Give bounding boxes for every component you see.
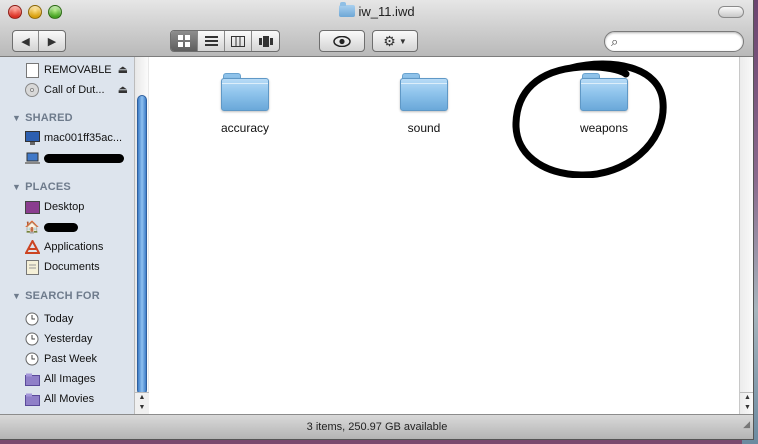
- folder-item-accuracy[interactable]: accuracy: [195, 73, 295, 135]
- sidebar-item-call-of-duty[interactable]: Call of Dut... ⏏: [24, 81, 134, 99]
- column-view-icon: [231, 35, 245, 47]
- view-mode-buttons: [170, 30, 280, 52]
- content-scroll-arrows[interactable]: ▲ ▼: [740, 392, 753, 414]
- status-bar: 3 items, 250.97 GB available ◢: [0, 412, 753, 439]
- sidebar-item-label: Past Week: [44, 353, 97, 365]
- sidebar-item-home[interactable]: 🏠: [24, 218, 134, 236]
- action-btn-face[interactable]: ⚙ ▼: [373, 31, 417, 51]
- eye-icon: [333, 35, 351, 47]
- coverflow-view-icon: [258, 35, 273, 47]
- navigation-buttons: ◀ ▶: [12, 30, 66, 52]
- folder-label: accuracy: [220, 121, 270, 135]
- sidebar-section-search-for[interactable]: ▼ SEARCH FOR: [12, 290, 100, 302]
- sidebar-item-label: All Images: [44, 373, 96, 385]
- resize-grip-icon[interactable]: ◢: [743, 412, 750, 437]
- folder-item-sound[interactable]: sound: [374, 73, 474, 135]
- sidebar-item-label: Call of Dut...: [44, 84, 105, 96]
- sidebar-item-label: REMOVABLE: [44, 64, 112, 76]
- sidebar-item-all-movies[interactable]: All Movies: [24, 390, 134, 408]
- forward-icon: ▶: [47, 35, 57, 48]
- forward-button[interactable]: ▶: [39, 31, 65, 51]
- drive-icon: [24, 62, 40, 78]
- sidebar-scroll-thumb[interactable]: [137, 95, 147, 395]
- applications-icon: [24, 239, 40, 255]
- folder-label: sound: [407, 121, 441, 135]
- content-scrollbar[interactable]: ▲ ▼: [739, 57, 753, 414]
- disclosure-triangle-icon: ▼: [12, 113, 22, 123]
- file-browser-area: accuracy sound weapons ▲ ▼: [149, 57, 753, 414]
- home-icon: 🏠: [24, 220, 40, 234]
- smart-folder-icon: [24, 391, 40, 407]
- clock-icon: [24, 331, 40, 347]
- sidebar-item-yesterday[interactable]: Yesterday: [24, 330, 134, 348]
- sidebar-item-label: Applications: [44, 241, 104, 253]
- sidebar-header-label: SHARED: [25, 112, 73, 124]
- column-view-button[interactable]: [225, 31, 252, 51]
- list-view-button[interactable]: [198, 31, 225, 51]
- sidebar-item-desktop[interactable]: Desktop: [24, 198, 134, 216]
- finder-window: iw_11.iwd ◀ ▶ ⚙ ▼ ⌕ REMOVABLE ⏏ Call of …: [0, 0, 754, 440]
- sidebar-item-removable[interactable]: REMOVABLE ⏏: [24, 61, 134, 79]
- sidebar-item-today[interactable]: Today: [24, 310, 134, 328]
- quicklook-btn-face[interactable]: [320, 31, 364, 51]
- sidebar-section-shared[interactable]: ▼ SHARED: [12, 112, 73, 124]
- smart-folder-icon: [24, 371, 40, 387]
- clock-icon: [24, 351, 40, 367]
- disclosure-triangle-icon: ▼: [12, 182, 22, 192]
- toolbar: iw_11.iwd ◀ ▶ ⚙ ▼ ⌕: [0, 0, 753, 57]
- chevron-down-icon: ▼: [398, 36, 407, 46]
- sidebar-item-documents[interactable]: Documents: [24, 258, 134, 276]
- sidebar-item-label: Documents: [44, 261, 100, 273]
- redacted-mark: [44, 153, 124, 163]
- disc-icon: [24, 82, 40, 98]
- search-field[interactable]: ⌕: [604, 31, 744, 52]
- laptop-icon: [24, 150, 40, 166]
- sidebar-item-label: Desktop: [44, 201, 85, 213]
- action-menu-button[interactable]: ⚙ ▼: [372, 30, 418, 52]
- sidebar-header-label: SEARCH FOR: [25, 290, 100, 302]
- sidebar-section-places[interactable]: ▼ PLACES: [12, 181, 71, 193]
- sidebar-item-mac-share[interactable]: mac001ff35ac...: [24, 129, 134, 147]
- desktop-icon: [24, 199, 40, 215]
- icon-view-icon: [178, 35, 190, 47]
- sidebar-scrollbar[interactable]: ▲ ▼: [134, 57, 149, 414]
- window-title-text: iw_11.iwd: [358, 4, 415, 19]
- hand-drawn-circle-annotation: [512, 60, 667, 178]
- search-icon: ⌕: [611, 34, 619, 49]
- folder-icon: [400, 73, 448, 111]
- eject-icon[interactable]: ⏏: [118, 63, 128, 76]
- sidebar-item-past-week[interactable]: Past Week: [24, 350, 134, 368]
- sidebar-item-redacted-share[interactable]: [24, 149, 134, 167]
- sidebar-item-label: Yesterday: [44, 333, 93, 345]
- sidebar-scroll-arrows[interactable]: ▲ ▼: [135, 392, 149, 414]
- folder-icon: [339, 2, 356, 17]
- window-title: iw_11.iwd: [0, 2, 753, 19]
- sidebar-header-label: PLACES: [25, 181, 71, 193]
- folder-icon: [221, 73, 269, 111]
- documents-icon: [24, 259, 40, 275]
- quicklook-button[interactable]: [319, 30, 365, 52]
- icon-view-button[interactable]: [171, 31, 198, 51]
- sidebar-item-label: All Movies: [44, 393, 95, 405]
- sidebar: REMOVABLE ⏏ Call of Dut... ⏏ ▼ SHARED mac…: [0, 57, 149, 414]
- disclosure-triangle-icon: ▼: [12, 291, 22, 301]
- gear-icon: ⚙: [383, 32, 396, 49]
- sidebar-item-applications[interactable]: Applications: [24, 238, 134, 256]
- back-button[interactable]: ◀: [13, 31, 39, 51]
- eject-icon[interactable]: ⏏: [118, 83, 128, 96]
- redacted-mark: [44, 222, 78, 232]
- toolbar-toggle-button[interactable]: [718, 6, 744, 18]
- back-icon: ◀: [21, 35, 30, 48]
- sidebar-item-all-images[interactable]: All Images: [24, 370, 134, 388]
- sidebar-item-label: mac001ff35ac...: [44, 132, 123, 144]
- status-text: 3 items, 250.97 GB available: [306, 421, 448, 433]
- search-input[interactable]: [627, 34, 737, 49]
- computer-icon: [24, 130, 40, 146]
- sidebar-item-label: Today: [44, 313, 74, 325]
- list-view-icon: [204, 35, 218, 46]
- coverflow-view-button[interactable]: [252, 31, 279, 51]
- clock-icon: [24, 311, 40, 327]
- sidebar-list: REMOVABLE ⏏ Call of Dut... ⏏ ▼ SHARED mac…: [0, 57, 134, 414]
